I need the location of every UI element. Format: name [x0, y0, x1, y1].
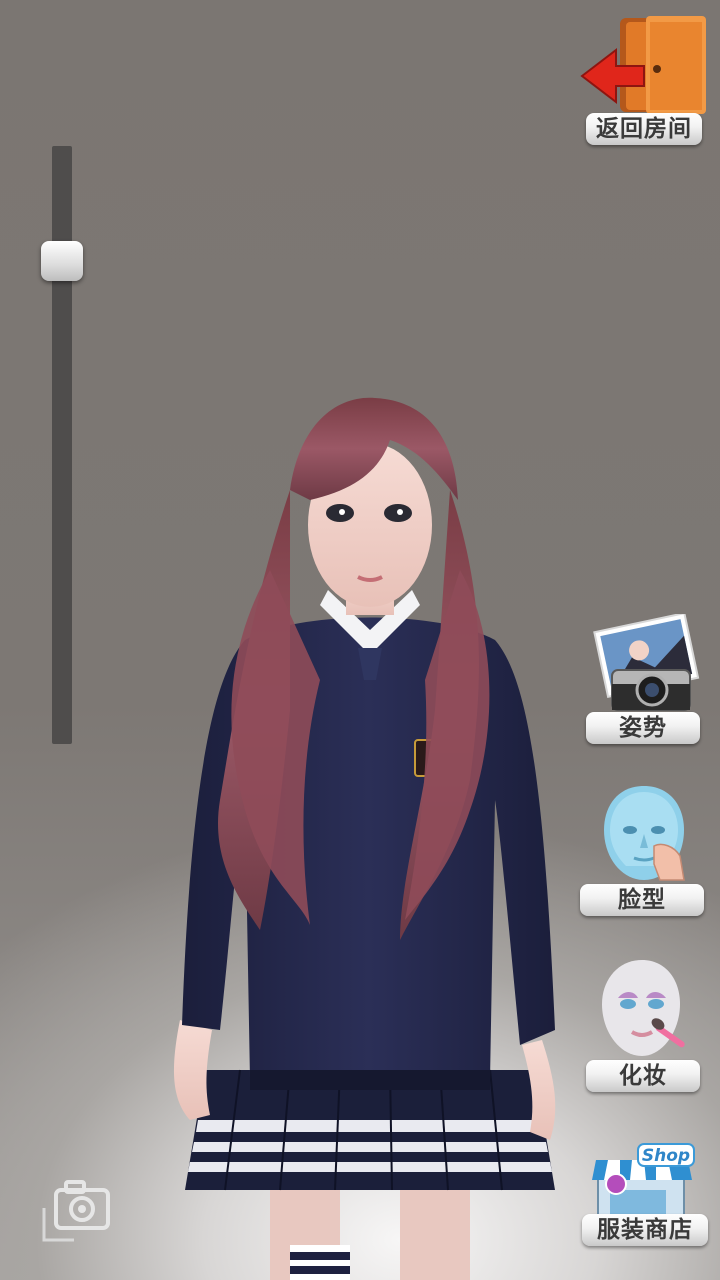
character-model[interactable]	[150, 380, 590, 1280]
makeup-brush-icon	[602, 960, 685, 1056]
makeup-button[interactable]: 化妆	[582, 958, 704, 1094]
zoom-slider-track[interactable]	[52, 146, 72, 744]
pose-button[interactable]: 姿势	[582, 614, 704, 746]
face-shape-label: 脸型	[580, 884, 704, 916]
face-shape-head-icon	[604, 786, 685, 881]
pose-camera-icon	[593, 614, 700, 711]
clothing-shop-label: 服装商店	[582, 1214, 708, 1246]
shop-sign-text: Shop	[642, 1146, 690, 1166]
game-scene: 返回房间 姿势 脸型 化妆 Shop 服装商店	[0, 0, 720, 1280]
pose-label: 姿势	[586, 712, 700, 744]
clothing-shop-button[interactable]: Shop 服装商店	[580, 1138, 710, 1250]
makeup-label: 化妆	[586, 1060, 700, 1092]
return-room-button[interactable]: 返回房间	[580, 14, 710, 145]
return-room-label: 返回房间	[586, 113, 702, 145]
face-shape-button[interactable]: 脸型	[578, 784, 706, 918]
shop-storefront-icon: Shop	[592, 1143, 695, 1221]
camera-icon[interactable]	[38, 1176, 114, 1246]
door-exit-arrow-icon	[580, 16, 706, 114]
zoom-slider-thumb[interactable]	[41, 240, 83, 281]
